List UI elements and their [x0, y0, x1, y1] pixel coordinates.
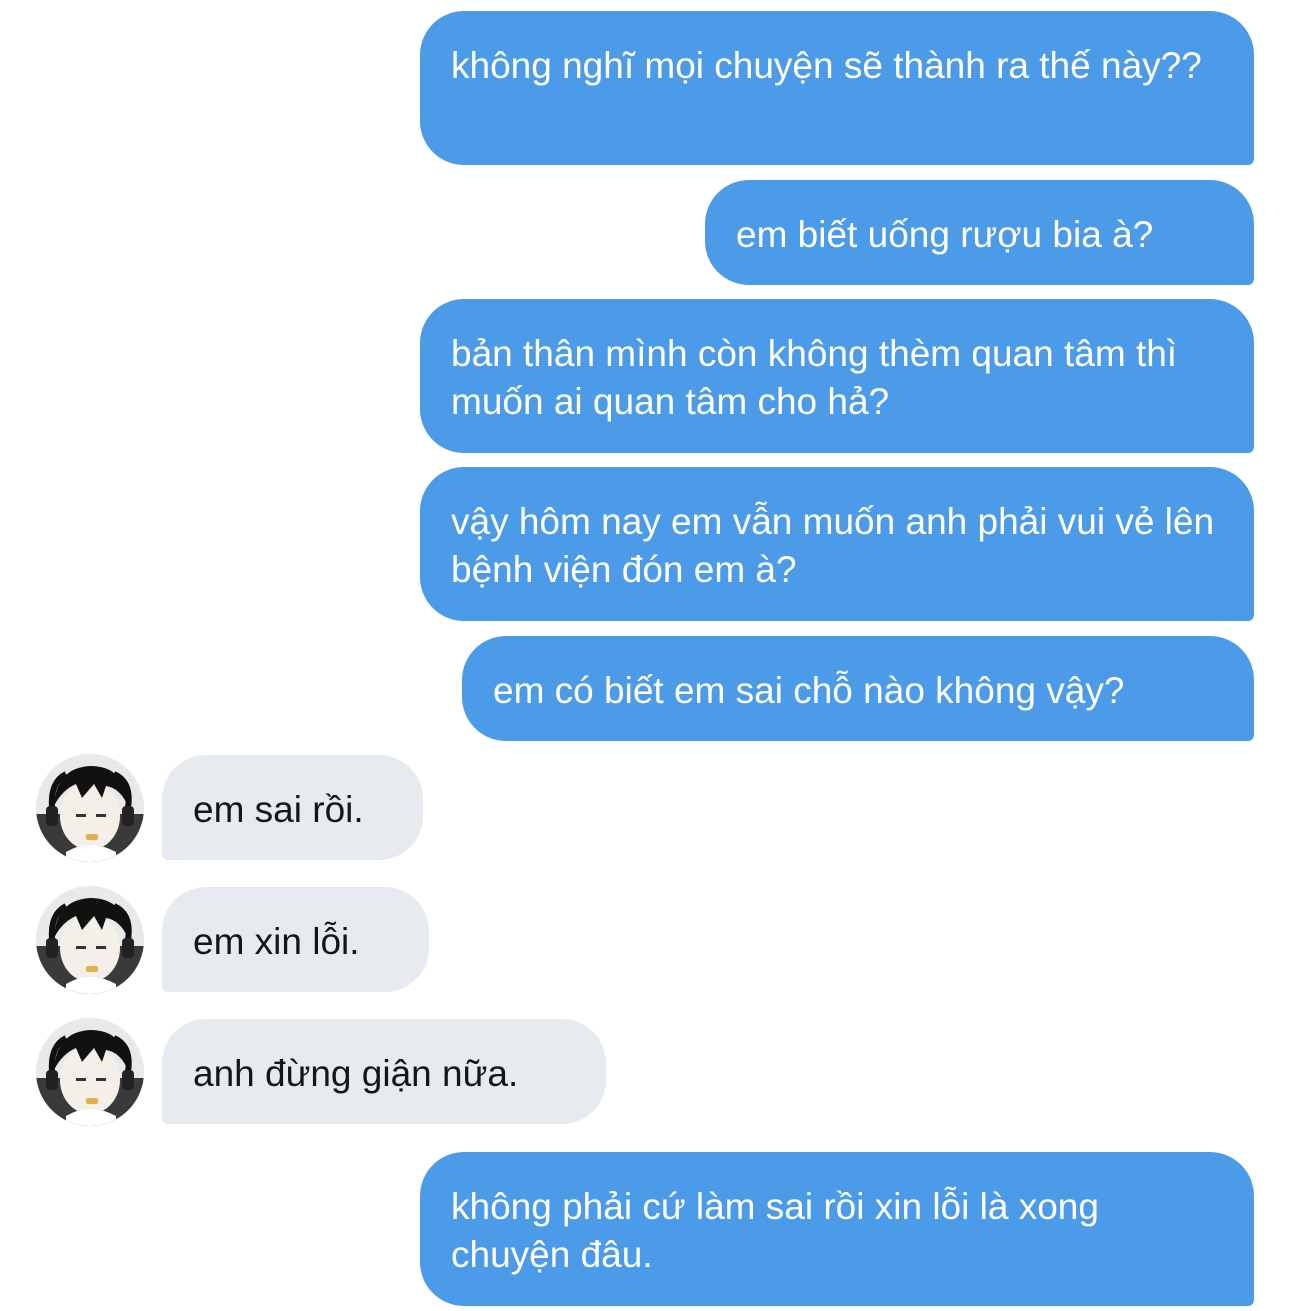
message-text: không nghĩ mọi chuyện sẽ thành ra thế nà… [451, 45, 1202, 86]
message-bubble-sent[interactable]: không nghĩ mọi chuyện sẽ thành ra thế nà… [420, 11, 1254, 165]
avatar[interactable] [36, 1018, 144, 1126]
message-text: em biết uống rượu bia à? [736, 214, 1154, 255]
avatar-photo-icon [36, 754, 144, 862]
message-bubble-sent[interactable]: em có biết em sai chỗ nào không vậy? [462, 636, 1254, 741]
message-bubble-received[interactable]: anh đừng giận nữa. [162, 1019, 606, 1124]
message-bubble-sent[interactable]: bản thân mình còn không thèm quan tâm th… [420, 299, 1254, 453]
message-text: không phải cứ làm sai rồi xin lỗi là xon… [451, 1186, 1099, 1275]
message-text: vậy hôm nay em vẫn muốn anh phải vui vẻ … [451, 501, 1215, 590]
avatar-photo-icon [36, 886, 144, 994]
message-text: bản thân mình còn không thèm quan tâm th… [451, 333, 1178, 422]
message-bubble-sent[interactable]: vậy hôm nay em vẫn muốn anh phải vui vẻ … [420, 467, 1254, 621]
message-bubble-received[interactable]: em sai rồi. [162, 755, 423, 860]
avatar[interactable] [36, 754, 144, 862]
message-text: em sai rồi. [193, 789, 364, 830]
avatar-photo-icon [36, 1018, 144, 1126]
message-text: em có biết em sai chỗ nào không vậy? [493, 670, 1125, 711]
message-bubble-received[interactable]: em xin lỗi. [162, 887, 429, 992]
message-bubble-sent[interactable]: không phải cứ làm sai rồi xin lỗi là xon… [420, 1152, 1254, 1306]
message-bubble-sent[interactable]: em biết uống rượu bia à? [705, 180, 1254, 285]
message-text: em xin lỗi. [193, 921, 360, 962]
message-text: anh đừng giận nữa. [193, 1053, 519, 1094]
avatar[interactable] [36, 886, 144, 994]
